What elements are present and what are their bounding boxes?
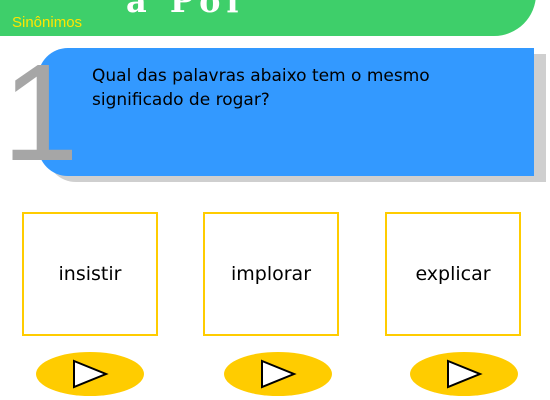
- option-box-implorar[interactable]: implorar: [203, 212, 339, 336]
- option-box-insistir[interactable]: insistir: [22, 212, 158, 336]
- header-subtitle: Sinônimos: [12, 14, 83, 31]
- select-option-1-button[interactable]: [36, 352, 144, 396]
- option-box-explicar[interactable]: explicar: [385, 212, 521, 336]
- play-icon: [447, 359, 483, 389]
- play-icon: [73, 359, 109, 389]
- play-icon: [261, 359, 297, 389]
- select-option-3-button[interactable]: [410, 352, 518, 396]
- header-title: a Pol: [126, 0, 245, 20]
- question-text: Qual das palavras abaixo tem o mesmo sig…: [92, 66, 430, 110]
- select-option-2-button[interactable]: [224, 352, 332, 396]
- question-number: 1: [2, 36, 79, 190]
